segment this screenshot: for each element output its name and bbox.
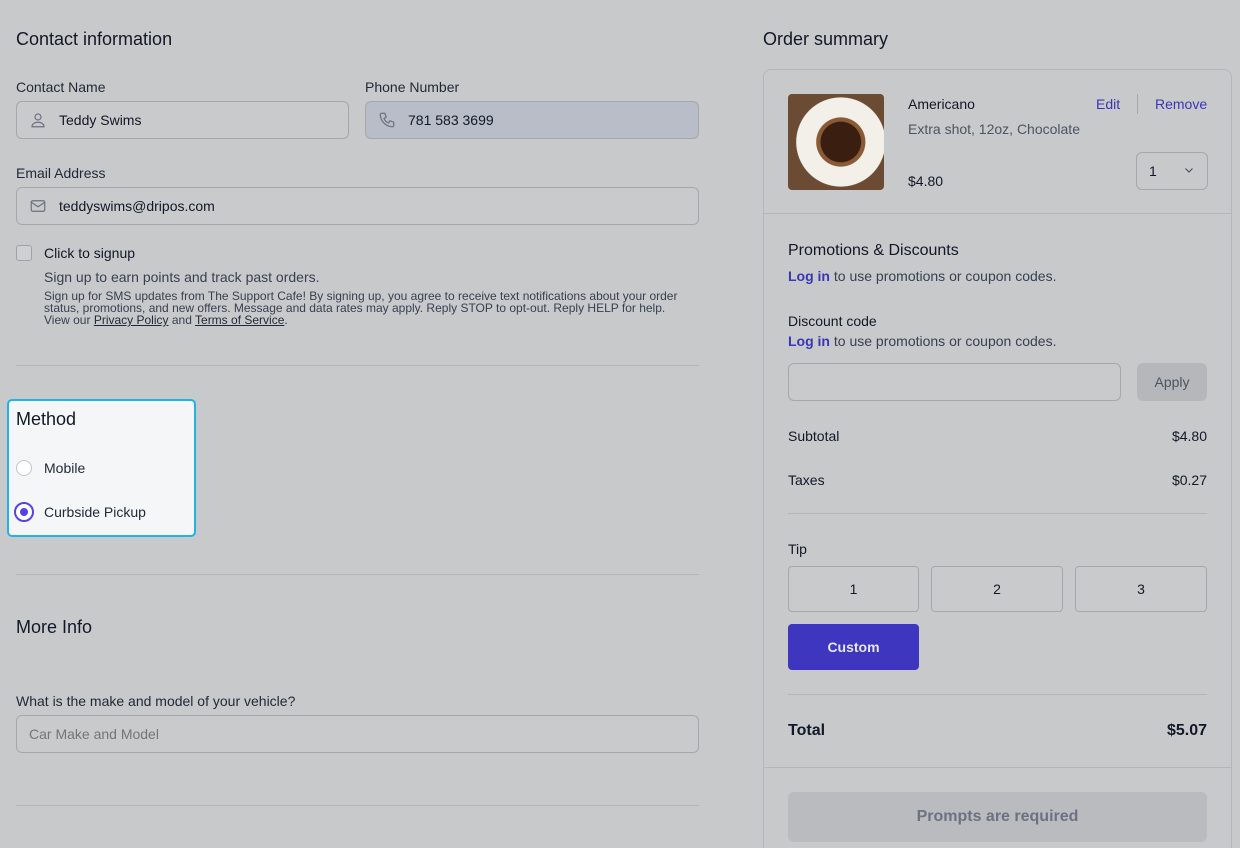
- taxes-label: Taxes: [788, 472, 825, 488]
- divider: [764, 767, 1231, 768]
- taxes-value: $0.27: [1171, 472, 1207, 488]
- promotions-login-text: to use promotions or coupon codes.: [833, 268, 1057, 284]
- mobile-label: Mobile: [44, 460, 86, 476]
- order-summary-heading: Order summary: [763, 29, 889, 49]
- subtotal-value: $4.80: [1171, 428, 1207, 444]
- promotions-login-line: Log in to use promotions or coupon codes…: [788, 268, 1056, 284]
- apply-button[interactable]: Apply: [1137, 363, 1207, 401]
- email-label: Email Address: [16, 165, 106, 181]
- tip-label: Tip: [788, 541, 807, 557]
- tip-option-3[interactable]: 3: [1075, 566, 1207, 612]
- americano-image: [788, 94, 884, 190]
- subtotal-label: Subtotal: [788, 428, 840, 444]
- tip-option-1[interactable]: 1: [788, 566, 919, 612]
- and-text: and: [171, 313, 192, 327]
- total-label: Total: [788, 722, 826, 739]
- promotions-login-link[interactable]: Log in: [788, 268, 830, 284]
- sms-disclaimer: Sign up for SMS updates from The Support…: [44, 290, 694, 326]
- method-option-mobile[interactable]: Mobile: [16, 460, 85, 476]
- curbside-label: Curbside Pickup: [44, 504, 146, 520]
- mobile-radio[interactable]: [16, 460, 32, 476]
- contact-name-field[interactable]: Teddy Swims: [16, 101, 349, 139]
- vehicle-label: What is the make and model of your vehic…: [16, 693, 296, 709]
- method-option-curbside[interactable]: Curbside Pickup: [14, 502, 146, 522]
- item-options: Extra shot, 12oz, Chocolate: [908, 121, 1080, 137]
- custom-tip-button[interactable]: Custom: [788, 624, 919, 670]
- divider: [788, 513, 1207, 514]
- edit-link[interactable]: Edit: [1096, 96, 1120, 112]
- total-value: $5.07: [1166, 722, 1207, 739]
- curbside-radio[interactable]: [14, 502, 34, 522]
- contact-heading: Contact information: [16, 29, 173, 49]
- order-summary-panel: Americano Extra shot, 12oz, Chocolate $4…: [763, 69, 1232, 848]
- remove-link[interactable]: Remove: [1155, 96, 1207, 112]
- discount-label: Discount code: [788, 313, 877, 329]
- submit-button[interactable]: Prompts are required: [788, 792, 1207, 842]
- discount-login-text: to use promotions or coupon codes.: [833, 333, 1057, 349]
- privacy-policy-link[interactable]: Privacy Policy: [94, 313, 169, 327]
- user-icon: [17, 111, 59, 129]
- discount-login-line: Log in to use promotions or coupon codes…: [788, 333, 1056, 349]
- terms-of-service-link[interactable]: Terms of Service: [195, 313, 284, 327]
- phone-value: 781 583 3699: [408, 112, 494, 128]
- divider: [16, 574, 699, 575]
- item-name: Americano: [908, 96, 975, 112]
- divider: [16, 805, 699, 806]
- signup-checkbox[interactable]: [16, 245, 32, 261]
- signup-label: Click to signup: [44, 245, 136, 261]
- discount-login-link[interactable]: Log in: [788, 333, 830, 349]
- contact-name-label: Contact Name: [16, 79, 106, 95]
- phone-icon: [366, 111, 408, 129]
- separator: [1137, 94, 1138, 114]
- signup-description: Sign up to earn points and track past or…: [44, 269, 320, 285]
- quantity-select[interactable]: 1: [1136, 152, 1208, 190]
- mail-icon: [17, 197, 59, 215]
- email-value: teddyswims@dripos.com: [59, 198, 215, 214]
- chevron-down-icon: [1183, 163, 1195, 179]
- vehicle-input[interactable]: [16, 715, 699, 753]
- promotions-heading: Promotions & Discounts: [788, 242, 959, 259]
- phone-label: Phone Number: [365, 79, 460, 95]
- phone-field[interactable]: 781 583 3699: [365, 101, 699, 139]
- quantity-value: 1: [1149, 163, 1157, 179]
- contact-name-value: Teddy Swims: [59, 112, 142, 128]
- method-section: Method Mobile Curbside Pickup: [7, 399, 196, 537]
- divider: [16, 365, 699, 366]
- more-info-heading: More Info: [16, 617, 93, 637]
- discount-code-input[interactable]: [788, 363, 1121, 401]
- divider: [788, 694, 1207, 695]
- item-price: $4.80: [908, 173, 944, 189]
- email-field[interactable]: teddyswims@dripos.com: [16, 187, 699, 225]
- period-text: .: [284, 313, 288, 327]
- method-heading: Method: [16, 409, 77, 429]
- tip-option-2[interactable]: 2: [931, 566, 1063, 612]
- divider: [764, 213, 1231, 214]
